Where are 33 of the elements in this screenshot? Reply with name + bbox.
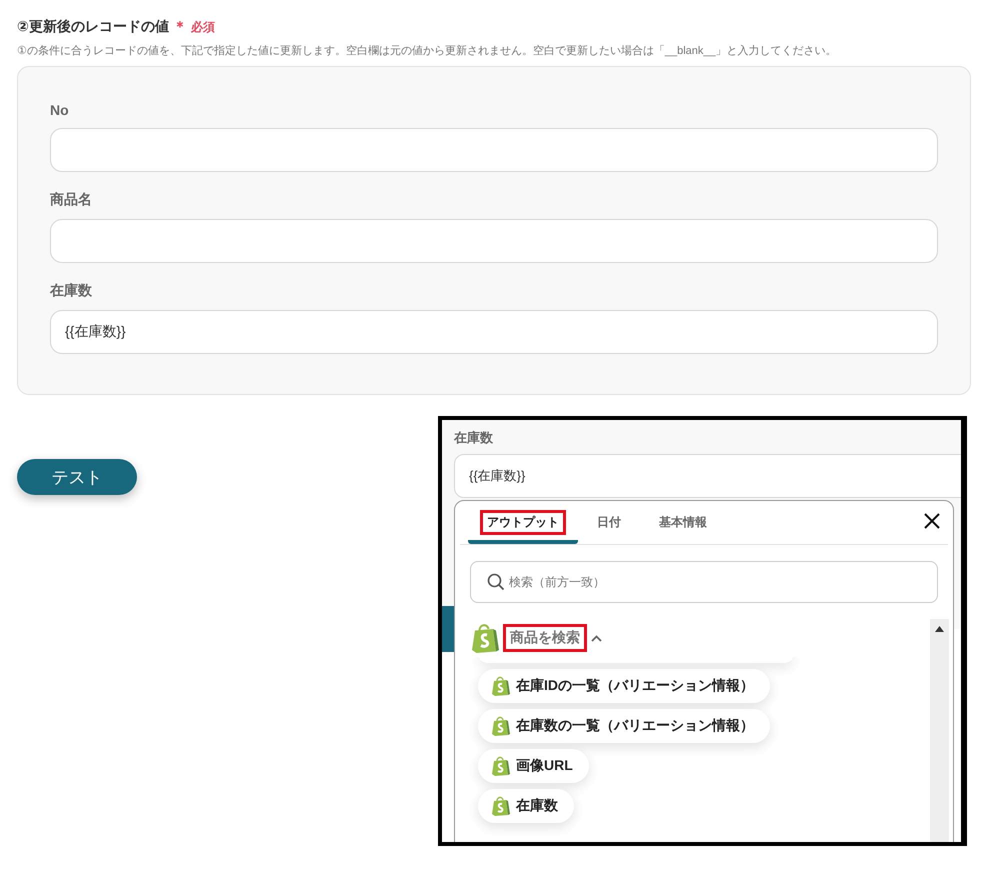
field-label: 在庫数: [50, 282, 92, 300]
required-mark: ＊: [172, 18, 187, 36]
group-title[interactable]: 商品を検索: [505, 626, 585, 650]
input-field[interactable]: [50, 128, 938, 172]
scrollbar[interactable]: [930, 619, 949, 842]
highlight-box: アウトプット: [482, 512, 564, 533]
tab[interactable]: アウトプット: [468, 501, 578, 544]
search-field[interactable]: 検索（前方一致）: [470, 561, 938, 603]
close-icon[interactable]: [924, 513, 940, 529]
input-field[interactable]: [50, 219, 938, 263]
field-label: 在庫数: [454, 429, 493, 447]
shopping-bag-icon: [492, 716, 510, 736]
list-item[interactable]: 在庫数の一覧（バリエーション情報）: [478, 709, 770, 743]
section-title: ②更新後のレコードの値: [17, 18, 169, 36]
list-item[interactable]: 画像URL: [478, 749, 589, 783]
input-field[interactable]: {{在庫数}}: [454, 454, 961, 498]
shopping-bag-icon: [492, 756, 510, 776]
shopping-bag-icon: [472, 622, 499, 654]
tab[interactable]: 基本情報: [640, 501, 726, 544]
field-label: No: [50, 102, 69, 118]
tab[interactable]: 日付: [578, 501, 640, 544]
list-item[interactable]: 在庫IDの一覧（バリエーション情報）: [478, 669, 770, 703]
shopping-bag-icon: [492, 676, 510, 696]
test-button[interactable]: テスト: [17, 459, 137, 495]
list-item[interactable]: 在庫数: [478, 789, 574, 823]
shopping-bag-icon: [492, 796, 510, 816]
section-description: ①の条件に合うレコードの値を、下記で指定した値に更新します。空白欄は元の値から更新されません。空白で更新したい場合は「__blank__」と入力してください。: [17, 44, 838, 58]
search-icon: [487, 573, 505, 591]
required-label: 必須: [190, 19, 215, 36]
field-label: 商品名: [50, 191, 92, 209]
chevron-up-icon[interactable]: [591, 634, 602, 642]
input-field[interactable]: {{在庫数}}: [50, 310, 938, 354]
scroll-up-icon[interactable]: [935, 626, 944, 632]
